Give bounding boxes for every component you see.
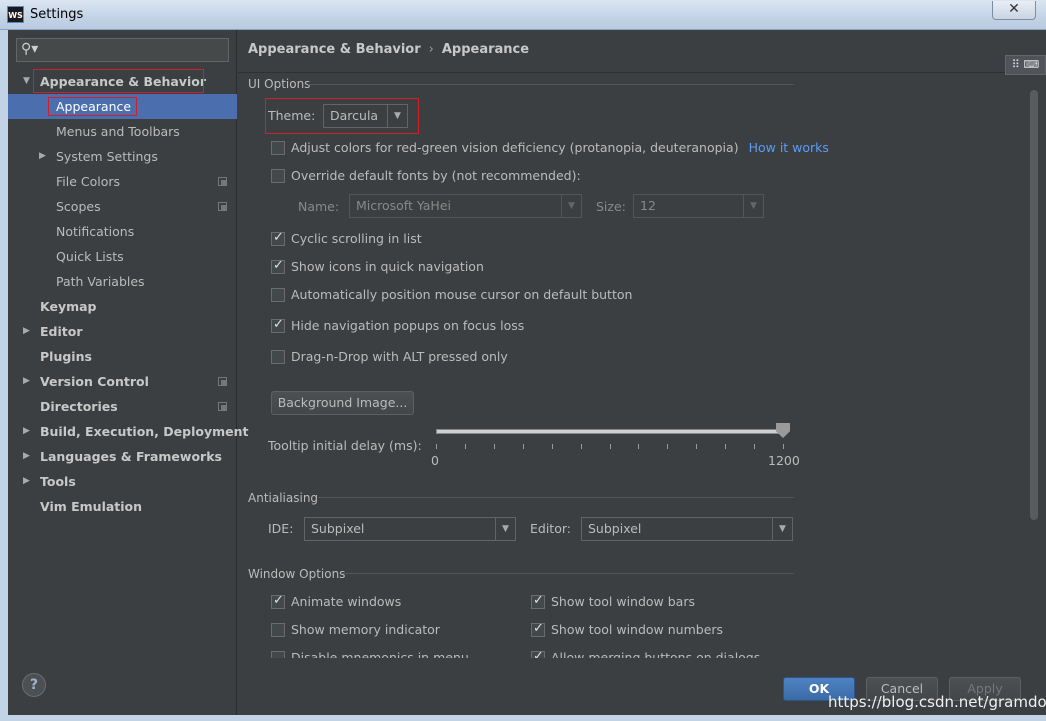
allow-merging-buttons-on-dialogs-row[interactable]: Allow merging buttons on dialogs: [531, 649, 761, 658]
sidebar-item-vim-emulation[interactable]: Vim Emulation: [8, 494, 237, 519]
show-memory-indicator-label: Show memory indicator: [291, 622, 440, 637]
expand-right-icon[interactable]: ▶: [23, 444, 30, 469]
animate-windows-checkbox[interactable]: [271, 593, 285, 609]
show-tool-window-numbers-label: Show tool window numbers: [551, 622, 724, 637]
expand-right-icon[interactable]: ▶: [23, 369, 30, 394]
allow-merging-buttons-on-dialogs-label: Allow merging buttons on dialogs: [551, 650, 761, 658]
sidebar-item-build-execution-deployment[interactable]: ▶ Build, Execution, Deployment: [8, 419, 248, 444]
sidebar-item-scopes[interactable]: Scopes: [8, 194, 237, 219]
show-memory-indicator-checkbox[interactable]: [271, 623, 285, 637]
disable-mnemonics-in-menu-checkbox[interactable]: [271, 651, 285, 658]
sidebar-item-label: Tools: [40, 474, 76, 489]
sidebar-item-label: Keymap: [40, 299, 97, 314]
expand-right-icon[interactable]: ▶: [23, 419, 30, 444]
project-scope-icon: [218, 402, 227, 411]
window-frame-bottom: [0, 715, 1046, 721]
show-tool-window-numbers-row[interactable]: Show tool window numbers: [531, 621, 724, 638]
expand-right-icon[interactable]: ▶: [39, 144, 46, 169]
sidebar-item-languages-frameworks[interactable]: ▶ Languages & Frameworks: [8, 444, 237, 469]
project-scope-icon: [218, 377, 227, 386]
sidebar-item-label: Vim Emulation: [40, 499, 143, 514]
watermark-text: https://blog.csdn.net/gramdog: [828, 693, 1046, 711]
help-button[interactable]: ?: [22, 673, 46, 697]
window-frame-left: [0, 30, 8, 721]
sidebar-item-path-variables[interactable]: Path Variables: [8, 269, 237, 294]
settings-sidebar: ⚲▾ ▼ Appearance & Behavior Appearance Menus…: [8, 30, 248, 715]
disable-mnemonics-in-menu-label: Disable mnemonics in menu: [291, 650, 469, 658]
sidebar-item-editor[interactable]: ▶ Editor: [8, 319, 237, 344]
sidebar-item-version-control[interactable]: ▶ Version Control: [8, 369, 237, 394]
sidebar-item-label: Plugins: [40, 349, 92, 364]
show-tool-window-bars-label: Show tool window bars: [551, 594, 695, 609]
highlight-box-appearance: [48, 97, 137, 116]
project-scope-icon: [218, 177, 227, 186]
allow-merging-buttons-on-dialogs-checkbox[interactable]: [531, 649, 545, 658]
webstorm-app-icon: WS: [7, 6, 24, 23]
sidebar-item-label: Menus and Toolbars: [56, 124, 180, 139]
show-tool-window-bars-checkbox[interactable]: [531, 593, 545, 609]
sidebar-item-system-settings[interactable]: ▶ System Settings: [8, 144, 237, 169]
expand-right-icon[interactable]: ▶: [23, 319, 30, 344]
show-tool-window-numbers-checkbox[interactable]: [531, 621, 545, 637]
search-icon: ⚲▾: [21, 41, 39, 57]
sidebar-item-tools[interactable]: ▶ Tools: [8, 469, 237, 494]
sidebar-item-label: Languages & Frameworks: [40, 449, 222, 464]
expand-right-icon[interactable]: ▶: [23, 469, 30, 494]
expand-down-icon[interactable]: ▼: [23, 69, 30, 94]
show-memory-indicator-row[interactable]: Show memory indicator: [271, 622, 440, 638]
sidebar-item-plugins[interactable]: Plugins: [8, 344, 237, 369]
animate-windows-row[interactable]: Animate windows: [271, 593, 402, 610]
sidebar-item-label: File Colors: [56, 174, 121, 189]
window-options-checkbox-list: Animate windows Show memory indicator Disa…: [238, 30, 1046, 658]
close-window-button[interactable]: ✕: [992, 1, 1036, 20]
scrollbar-thumb[interactable]: [1030, 90, 1038, 520]
disable-mnemonics-in-menu-row[interactable]: Disable mnemonics in menu: [271, 650, 469, 658]
title-bar: WS Settings ✕: [0, 0, 1046, 30]
sidebar-item-quick-lists[interactable]: Quick Lists: [8, 244, 237, 269]
settings-main-panel: Appearance & Behavior › Appearance UI Opti…: [238, 30, 1046, 721]
sidebar-item-label: System Settings: [56, 149, 158, 164]
sidebar-item-label: Build, Execution, Deployment: [40, 424, 249, 439]
sidebar-item-label: Scopes: [56, 199, 101, 214]
show-tool-window-bars-row[interactable]: Show tool window bars: [531, 593, 695, 610]
sidebar-item-label: Path Variables: [56, 274, 145, 289]
vertical-scrollbar[interactable]: [1028, 30, 1040, 590]
sidebar-item-keymap[interactable]: Keymap: [8, 294, 237, 319]
settings-search-input[interactable]: ⚲▾: [16, 38, 229, 62]
sidebar-item-label: Editor: [40, 324, 83, 339]
sidebar-item-label: Version Control: [40, 374, 149, 389]
animate-windows-label: Animate windows: [291, 594, 402, 609]
sidebar-item-menus-and-toolbars[interactable]: Menus and Toolbars: [8, 119, 237, 144]
window-title: Settings: [30, 7, 84, 22]
sidebar-item-label: Directories: [40, 399, 118, 414]
sidebar-item-file-colors[interactable]: File Colors: [8, 169, 237, 194]
sidebar-item-directories[interactable]: Directories: [8, 394, 237, 419]
sidebar-item-label: Quick Lists: [56, 249, 124, 264]
sidebar-item-notifications[interactable]: Notifications: [8, 219, 237, 244]
sidebar-item-label: Notifications: [56, 224, 135, 239]
highlight-box-appearance-behavior: [33, 69, 204, 93]
project-scope-icon: [218, 202, 227, 211]
